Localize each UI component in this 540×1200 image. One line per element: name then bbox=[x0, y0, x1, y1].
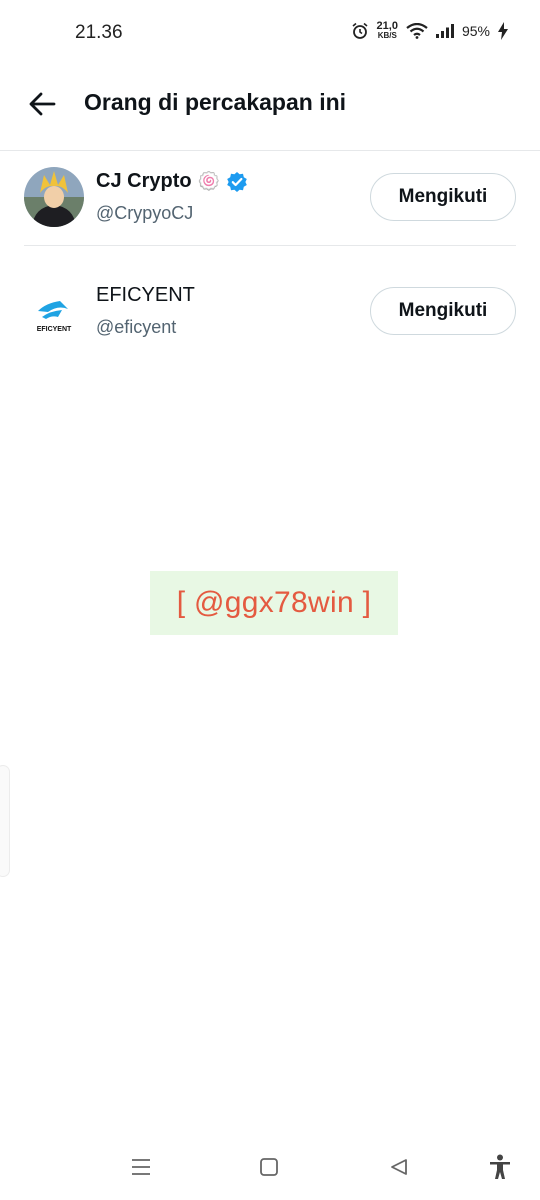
display-name: EFICYENT bbox=[96, 284, 195, 306]
wifi-icon bbox=[406, 23, 428, 39]
recent-apps-button[interactable] bbox=[123, 1152, 159, 1182]
page-title: Orang di percakapan ini bbox=[84, 89, 347, 115]
arrow-left-icon bbox=[29, 92, 56, 116]
user-handle: @CrypyoCJ bbox=[96, 203, 194, 223]
menu-icon bbox=[132, 1159, 150, 1175]
following-button[interactable]: Mengikuti bbox=[370, 287, 516, 335]
nav-back-button[interactable] bbox=[381, 1152, 417, 1182]
home-square-icon bbox=[260, 1158, 278, 1176]
badge-emoji: 🍥 bbox=[197, 171, 220, 191]
display-name: CJ Crypto bbox=[96, 170, 192, 192]
back-button[interactable] bbox=[24, 86, 60, 122]
following-button[interactable]: Mengikuti bbox=[370, 173, 516, 221]
signal-icon bbox=[435, 24, 454, 38]
name-row: CJ Crypto 🍥 bbox=[96, 170, 248, 193]
triangle-back-icon bbox=[391, 1159, 407, 1175]
status-bar: 21.36 21,0 KB/S 95% bbox=[0, 0, 540, 66]
net-speed-value: 21,0 bbox=[376, 20, 398, 32]
watermark: [ @ggx78win ] bbox=[150, 571, 398, 635]
accessibility-icon bbox=[490, 1154, 510, 1179]
name-row: EFICYENT bbox=[96, 284, 195, 307]
charging-icon bbox=[498, 22, 508, 40]
verified-badge-icon bbox=[227, 171, 247, 192]
status-time: 21.36 bbox=[75, 22, 123, 43]
battery-percent: 95% bbox=[461, 23, 490, 39]
avatar[interactable]: EFICYENT bbox=[24, 281, 84, 341]
home-button[interactable] bbox=[251, 1152, 287, 1182]
person-row[interactable]: EFICYENT EFICYENT @eficyent Mengikuti bbox=[0, 264, 540, 360]
accessibility-button[interactable] bbox=[482, 1152, 518, 1182]
logo-text: EFICYENT bbox=[37, 326, 72, 333]
system-nav-bar bbox=[0, 1140, 540, 1200]
net-speed-unit: KB/S bbox=[377, 31, 397, 40]
avatar[interactable] bbox=[24, 167, 84, 227]
edge-panel-handle[interactable] bbox=[0, 765, 10, 877]
status-icons: 21,0 KB/S 95% bbox=[351, 20, 508, 41]
alarm-icon bbox=[352, 22, 368, 39]
app-header: Orang di percakapan ini bbox=[0, 66, 540, 151]
person-row[interactable]: CJ Crypto 🍥 @CrypyoCJ Mengikuti bbox=[0, 150, 540, 246]
user-handle: @eficyent bbox=[96, 317, 177, 337]
network-speed: 21,0 KB/S bbox=[376, 20, 398, 41]
divider bbox=[24, 245, 516, 246]
